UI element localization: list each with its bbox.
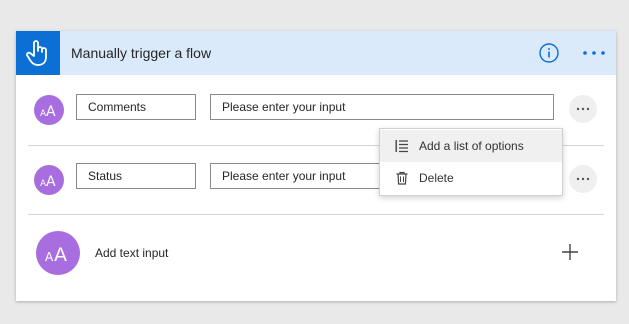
trash-icon xyxy=(396,171,408,185)
more-options-icon[interactable] xyxy=(582,43,606,63)
plus-icon[interactable] xyxy=(561,243,579,261)
card-title: Manually trigger a flow xyxy=(71,45,212,61)
hand-pointer-icon xyxy=(16,31,60,75)
menu-item-delete[interactable]: Delete xyxy=(380,162,562,194)
input-name-field[interactable]: Comments xyxy=(76,94,196,120)
add-text-input-avatar[interactable]: A A xyxy=(36,231,80,275)
menu-item-label: Add a list of options xyxy=(419,139,524,153)
menu-item-label: Delete xyxy=(419,171,454,185)
input-name-field[interactable]: Status xyxy=(76,163,196,189)
svg-text:A: A xyxy=(46,174,56,188)
ellipsis-icon xyxy=(576,177,590,181)
svg-text:A: A xyxy=(45,250,54,264)
input-description-field[interactable]: Please enter your input xyxy=(210,94,554,120)
text-input-avatar: A A xyxy=(34,95,64,125)
card-header[interactable]: Manually trigger a flow xyxy=(16,31,616,75)
svg-text:A: A xyxy=(46,104,56,118)
row-context-menu: Add a list of options Delete xyxy=(379,128,563,196)
text-input-icon: A A xyxy=(40,104,56,118)
row-more-button[interactable] xyxy=(569,95,597,123)
text-input-avatar: A A xyxy=(34,165,64,195)
add-text-input-label[interactable]: Add text input xyxy=(95,246,168,260)
row-more-button[interactable] xyxy=(569,165,597,193)
text-input-icon: A A xyxy=(40,174,56,188)
svg-text:A: A xyxy=(54,244,67,264)
menu-item-add-list-of-options[interactable]: Add a list of options xyxy=(380,130,562,162)
info-icon[interactable] xyxy=(539,43,559,63)
ellipsis-icon xyxy=(576,107,590,111)
row-divider xyxy=(28,214,604,215)
list-icon xyxy=(395,140,408,153)
text-input-icon: A A xyxy=(45,244,67,264)
